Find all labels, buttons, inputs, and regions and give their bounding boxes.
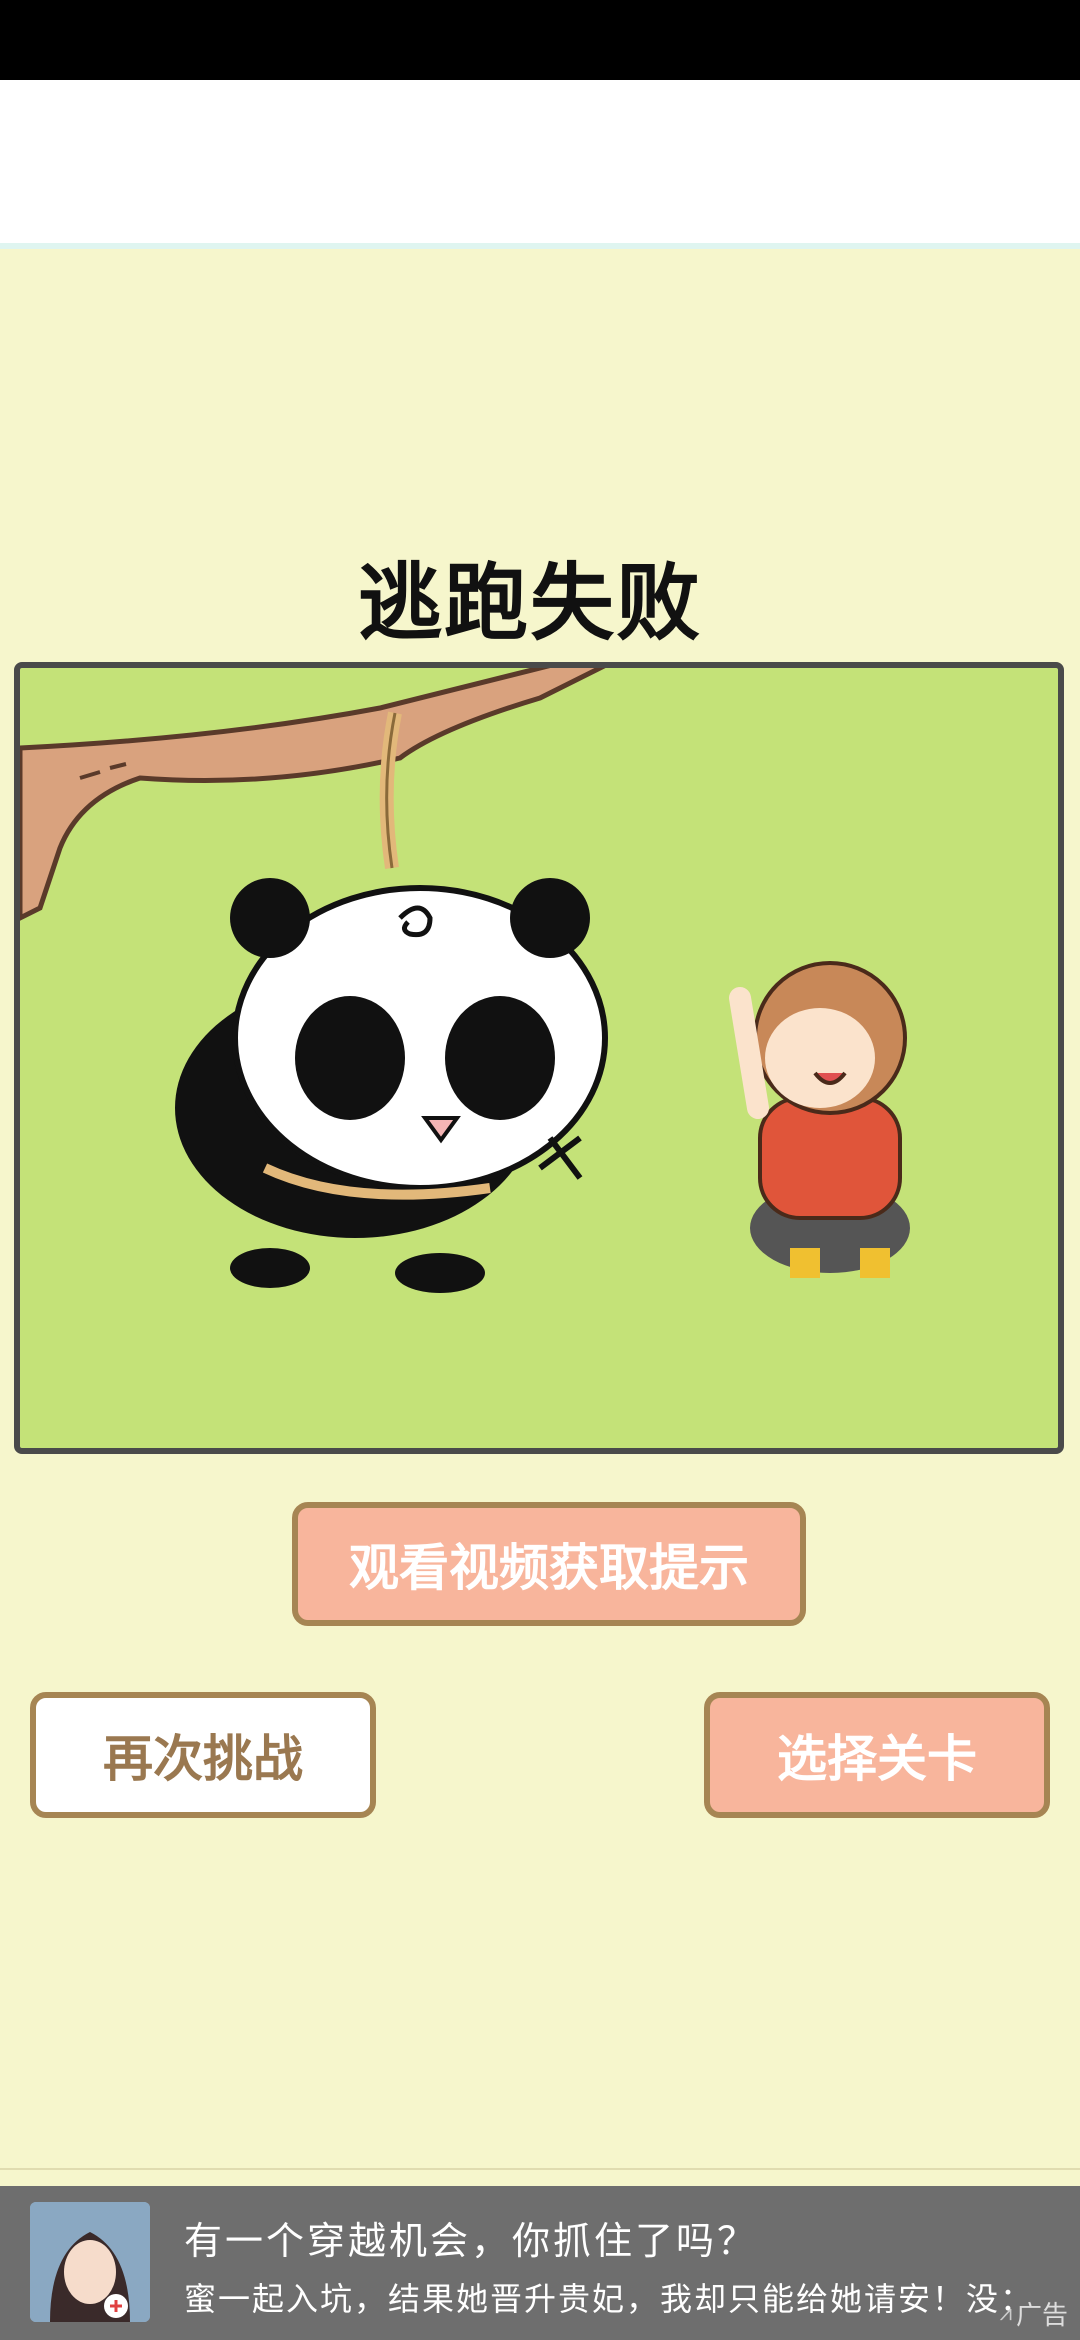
retry-button[interactable]: 再次挑战 [30,1692,376,1818]
panda-eye-patch-right [445,996,555,1120]
status-bar [0,0,1080,80]
result-title: 逃跑失败 [357,554,702,652]
select-level-button[interactable]: 选择关卡 [704,1692,1050,1818]
panda-paw-left [230,1248,310,1288]
ad-app-icon[interactable] [30,2202,150,2322]
failure-scene-illustration [14,662,1064,1454]
panda-paw-right [395,1253,485,1293]
ad-character-portrait-icon [30,2202,150,2322]
ad-label: ⩘ 广告 [1000,2295,1068,2332]
panda-ear-left [230,878,310,958]
watch-video-hint-button[interactable]: 观看视频获取提示 [292,1502,806,1626]
tree-branch [20,668,606,921]
monkey-character [729,961,910,1278]
ad-divider [0,2168,1080,2170]
ad-title: 有一个穿越机会，你抓住了吗？ [184,2219,759,2263]
ad-banner[interactable]: 有一个穿越机会，你抓住了吗？ 蜜一起入坑，结果她晋升贵妃，我却只能给她请安！没：… [0,2186,1080,2340]
top-header-area [0,80,1080,243]
ad-tag-text: 广告 [1015,2301,1068,2331]
ad-description: 蜜一起入坑，结果她晋升贵妃，我却只能给她请安！没： [184,2280,1035,2318]
panda-hanging-illustration [20,668,910,1293]
header-divider [0,243,1080,249]
panda-ear-right [510,878,590,958]
ad-logo-icon: ⩘ [999,2301,1012,2326]
panda-eye-patch-left [295,996,405,1120]
